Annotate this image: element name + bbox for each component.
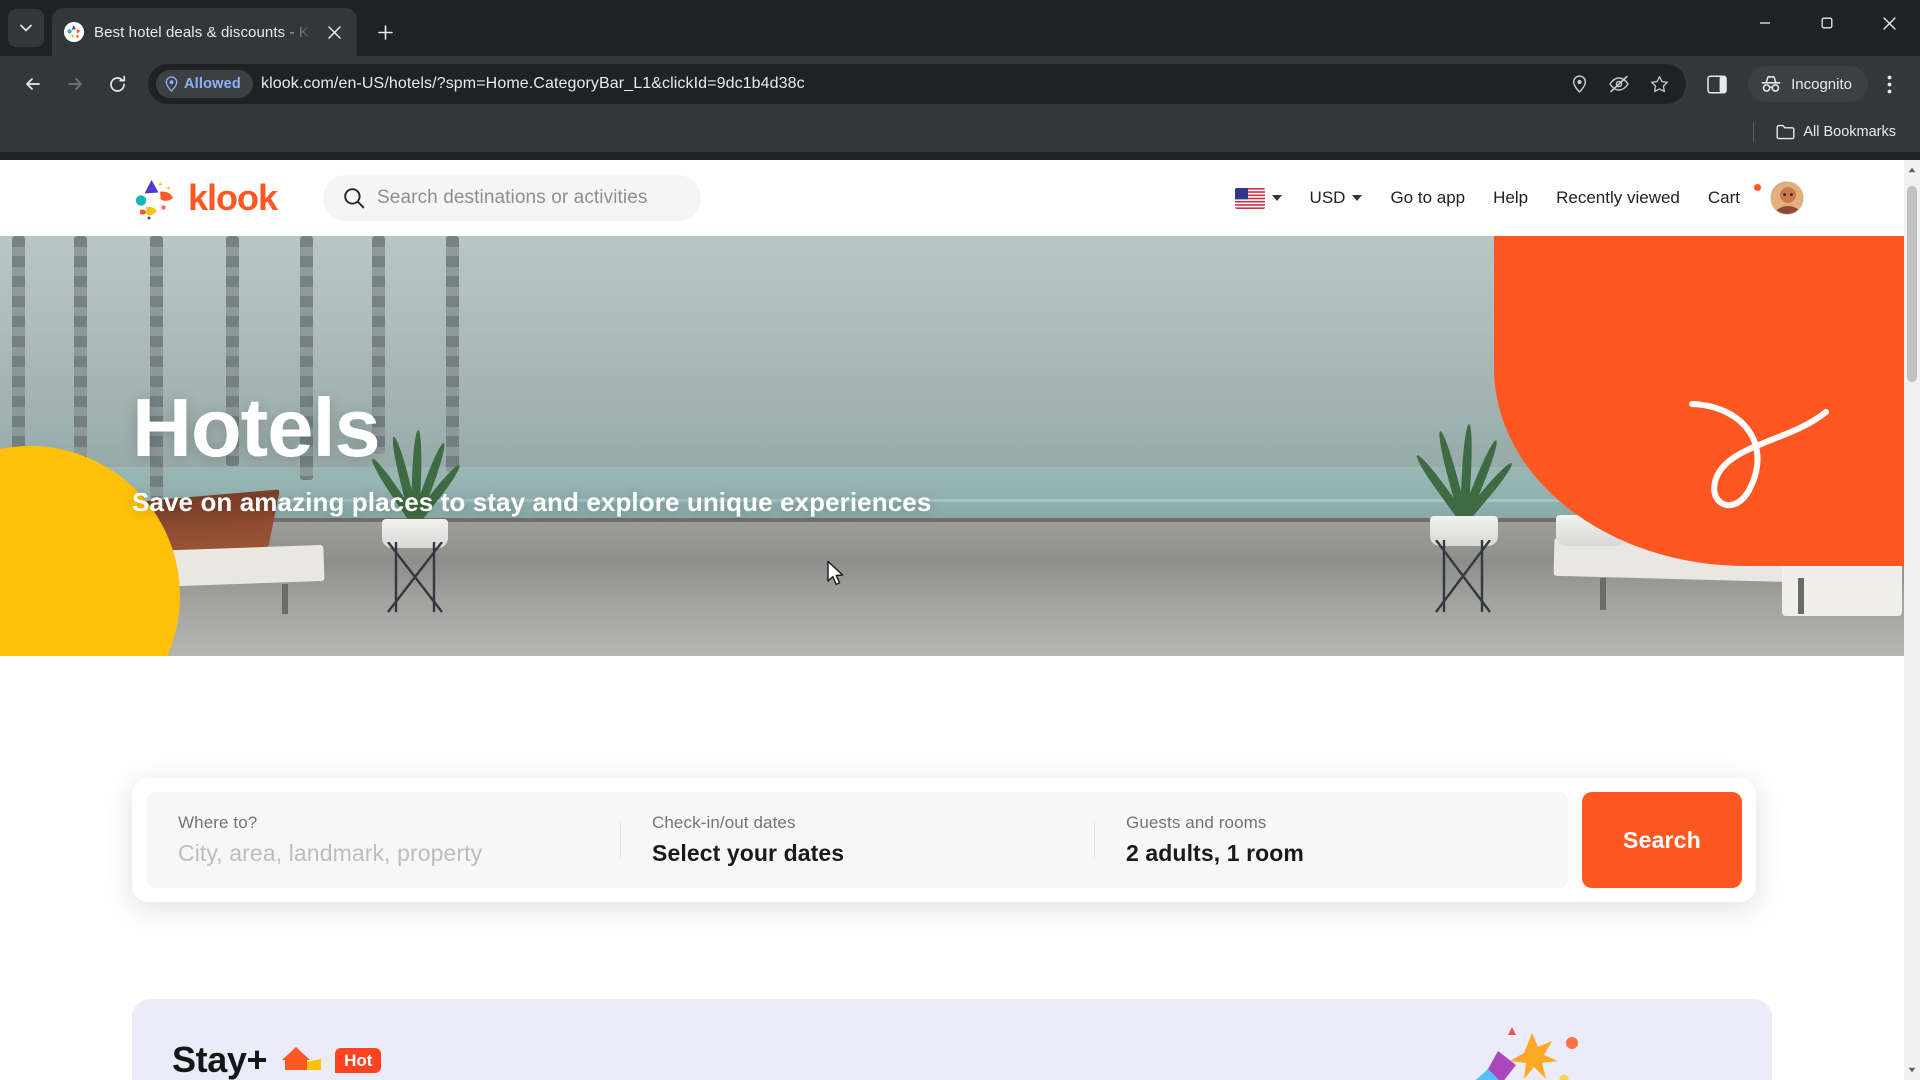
go-to-app-link[interactable]: Go to app bbox=[1376, 188, 1479, 208]
search-placeholder: Search destinations or activities bbox=[377, 187, 648, 208]
mouse-cursor bbox=[827, 560, 844, 586]
guests-value[interactable]: 2 adults, 1 room bbox=[1126, 840, 1536, 867]
search-fields: Where to? City, area, landmark, property… bbox=[146, 792, 1568, 888]
guests-field[interactable]: Guests and rooms 2 adults, 1 room bbox=[1094, 813, 1568, 867]
language-selector[interactable] bbox=[1221, 187, 1296, 209]
forward-button[interactable] bbox=[56, 65, 94, 103]
destination-field[interactable]: Where to? City, area, landmark, property bbox=[146, 813, 620, 867]
close-button[interactable] bbox=[1858, 0, 1920, 46]
search-button[interactable]: Search bbox=[1582, 792, 1742, 888]
scrollbar-thumb[interactable] bbox=[1907, 186, 1917, 382]
browser-tab[interactable]: Best hotel deals & discounts - K bbox=[52, 8, 357, 56]
dates-label: Check-in/out dates bbox=[652, 813, 796, 832]
incognito-label: Incognito bbox=[1791, 75, 1852, 93]
us-flag-icon bbox=[1234, 187, 1265, 209]
tab-title: Best hotel deals & discounts - K bbox=[94, 23, 309, 41]
incognito-indicator[interactable]: Incognito bbox=[1748, 66, 1868, 102]
currency-selector[interactable]: USD bbox=[1296, 188, 1377, 208]
page-viewport: klook Search destinations or activities bbox=[0, 160, 1920, 1080]
klook-wordmark: klook bbox=[188, 177, 278, 218]
celebration-decoration bbox=[1476, 1027, 1578, 1080]
all-bookmarks-button[interactable]: All Bookmarks bbox=[1776, 124, 1896, 140]
destination-label: Where to? bbox=[178, 813, 258, 832]
bookmarks-divider bbox=[1753, 122, 1755, 142]
klook-logo-icon bbox=[132, 176, 178, 220]
chevron-down-icon bbox=[1271, 195, 1282, 201]
location-pin-icon[interactable] bbox=[1566, 71, 1592, 97]
omnibox-actions bbox=[1566, 71, 1676, 97]
hero-copy: Hotels Save on amazing places to stay an… bbox=[132, 386, 931, 518]
chevron-down-icon bbox=[1352, 195, 1363, 201]
cart-badge-dot bbox=[1754, 184, 1761, 191]
scroll-up-arrow[interactable] bbox=[1904, 162, 1920, 178]
header-nav: USD Go to app Help Recently viewed Cart bbox=[1221, 181, 1904, 215]
chrome-menu-button[interactable] bbox=[1872, 65, 1906, 103]
side-panel-button[interactable] bbox=[1698, 65, 1736, 103]
tab-search-button[interactable] bbox=[8, 9, 44, 47]
folder-icon bbox=[1776, 124, 1795, 140]
location-pin-icon bbox=[165, 76, 178, 92]
recently-viewed-link[interactable]: Recently viewed bbox=[1542, 188, 1694, 208]
address-bar[interactable]: Allowed klook.com/en-US/hotels/?spm=Home… bbox=[148, 64, 1687, 104]
new-tab-button[interactable] bbox=[367, 14, 403, 50]
avatar[interactable] bbox=[1770, 181, 1804, 215]
browser-window: Best hotel deals & discounts - K Allowed… bbox=[0, 0, 1920, 1080]
dates-value[interactable]: Select your dates bbox=[652, 840, 1062, 867]
klook-logo[interactable]: klook bbox=[132, 176, 278, 220]
klook-page: klook Search destinations or activities bbox=[0, 160, 1904, 1080]
cart-link[interactable]: Cart bbox=[1694, 184, 1761, 208]
scroll-down-arrow[interactable] bbox=[1904, 1062, 1920, 1078]
all-bookmarks-label: All Bookmarks bbox=[1803, 124, 1896, 140]
help-link[interactable]: Help bbox=[1479, 188, 1542, 208]
squiggle-decoration bbox=[1689, 401, 1829, 508]
house-icon bbox=[279, 1043, 323, 1077]
eye-off-icon[interactable] bbox=[1606, 71, 1632, 97]
stayplus-title: Stay+ bbox=[172, 1039, 268, 1080]
page-scrollbar[interactable] bbox=[1904, 160, 1920, 1080]
bookmark-star-icon[interactable] bbox=[1646, 71, 1672, 97]
page-title: Hotels bbox=[132, 381, 381, 474]
currency-label: USD bbox=[1309, 188, 1346, 207]
search-input[interactable]: Search destinations or activities bbox=[323, 175, 702, 221]
stayplus-section: Stay+ Hot bbox=[132, 999, 1772, 1080]
dates-field[interactable]: Check-in/out dates Select your dates bbox=[620, 813, 1094, 867]
back-button[interactable] bbox=[14, 65, 52, 103]
tab-close-icon[interactable] bbox=[323, 21, 345, 43]
maximize-button[interactable] bbox=[1796, 0, 1858, 46]
guests-label: Guests and rooms bbox=[1126, 813, 1267, 832]
minimize-button[interactable] bbox=[1734, 0, 1796, 46]
permission-chip-label: Allowed bbox=[184, 76, 241, 92]
tab-strip: Best hotel deals & discounts - K bbox=[0, 0, 1920, 56]
bookmarks-bar: All Bookmarks bbox=[0, 112, 1920, 152]
browser-toolbar: Allowed klook.com/en-US/hotels/?spm=Home… bbox=[0, 56, 1920, 112]
hot-badge: Hot bbox=[335, 1047, 382, 1074]
window-controls bbox=[1734, 0, 1920, 46]
permission-chip[interactable]: Allowed bbox=[156, 70, 253, 98]
incognito-icon bbox=[1761, 75, 1781, 92]
search-icon bbox=[344, 188, 365, 209]
reload-button[interactable] bbox=[98, 65, 136, 103]
site-header: klook Search destinations or activities bbox=[0, 160, 1904, 236]
cart-label: Cart bbox=[1707, 188, 1740, 207]
url-text: klook.com/en-US/hotels/?spm=Home.Categor… bbox=[261, 75, 805, 92]
destination-input[interactable]: City, area, landmark, property bbox=[178, 840, 588, 867]
favicon-icon bbox=[64, 22, 84, 42]
hotel-search-form: Where to? City, area, landmark, property… bbox=[132, 778, 1756, 902]
hero-subtitle: Save on amazing places to stay and explo… bbox=[132, 487, 932, 517]
hero-banner: Hotels Save on amazing places to stay an… bbox=[0, 236, 1904, 656]
